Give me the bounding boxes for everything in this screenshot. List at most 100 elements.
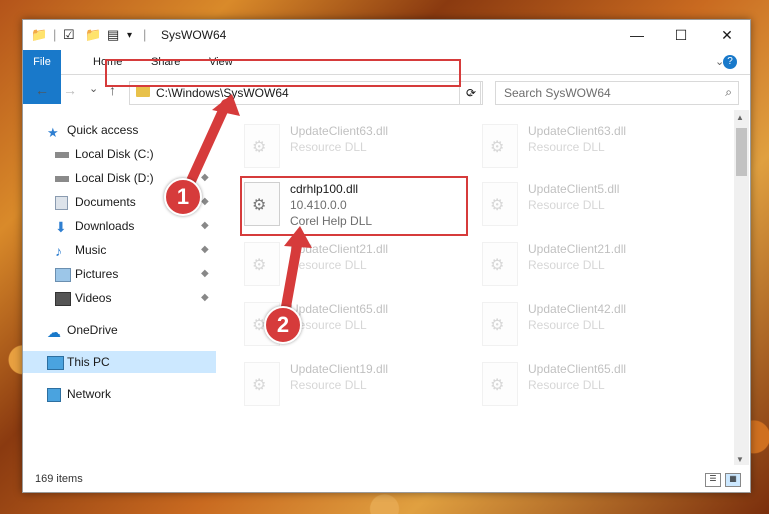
sidebar-item-label: Network xyxy=(67,387,112,401)
sidebar-item-pictures[interactable]: Pictures ◆ xyxy=(23,263,216,285)
gear-icon: ⚙ xyxy=(252,377,267,394)
drive-icon xyxy=(55,176,69,182)
step-2-badge: 2 xyxy=(264,306,302,344)
file-name: UpdateClient63.dll xyxy=(290,124,389,138)
new-folder-icon[interactable]: 📁 xyxy=(85,27,101,43)
scroll-up-icon[interactable]: ▲ xyxy=(736,113,744,122)
file-name: UpdateClient21.dll xyxy=(528,242,627,256)
dll-file-icon: ⚙ xyxy=(482,182,518,226)
customize-toolbar-icon[interactable]: ▾ xyxy=(127,30,132,41)
pin-icon[interactable]: ◆ xyxy=(201,143,209,165)
dll-file-icon: ⚙ xyxy=(244,242,280,286)
file-name: UpdateClient65.dll xyxy=(528,362,627,376)
scroll-down-icon[interactable]: ▼ xyxy=(736,455,744,464)
sidebar-item-label: Pictures xyxy=(75,267,119,281)
file-name: UpdateClient19.dll xyxy=(290,362,389,376)
dll-file-icon: ⚙ xyxy=(482,242,518,286)
separator: | xyxy=(143,27,147,42)
gear-icon: ⚙ xyxy=(490,317,505,334)
file-name: UpdateClient65.dll xyxy=(290,302,389,316)
sidebar-item-label: This PC xyxy=(67,355,110,369)
sidebar-item-label: OneDrive xyxy=(67,323,118,337)
sidebar-item-network[interactable]: Network xyxy=(23,383,216,405)
gear-icon: ⚙ xyxy=(490,257,505,274)
file-type: Resource DLL xyxy=(528,318,605,332)
sidebar-item-label: Documents xyxy=(75,195,136,209)
search-box[interactable]: Search SysWOW64 ⌕ xyxy=(495,81,739,105)
gear-icon: ⚙ xyxy=(252,139,267,156)
sidebar-item-music[interactable]: ♪ Music ◆ xyxy=(23,239,216,261)
file-item[interactable]: ⚙ UpdateClient5.dll Resource DLL xyxy=(482,176,682,230)
pin-icon[interactable]: ◆ xyxy=(201,167,209,189)
sidebar-item-label: Videos xyxy=(75,291,112,305)
help-icon[interactable]: ? xyxy=(723,55,737,69)
pin-icon[interactable]: ◆ xyxy=(201,191,209,213)
dll-file-icon: ⚙ xyxy=(482,302,518,346)
status-bar: 169 items ☰ ▦ xyxy=(23,468,750,492)
sidebar-item-quick-access[interactable]: ★ Quick access xyxy=(23,119,216,141)
search-input[interactable]: Search SysWOW64 xyxy=(504,86,611,100)
window-title: SysWOW64 xyxy=(161,28,227,42)
address-path[interactable]: C:\Windows\SysWOW64 xyxy=(156,86,289,100)
recent-locations-button[interactable]: ⌄ xyxy=(89,82,98,95)
cloud-icon: ☁ xyxy=(47,324,61,340)
sidebar-item-this-pc[interactable]: This PC xyxy=(23,351,216,373)
navigation-pane: ★ Quick access Local Disk (C:) ◆ Local D… xyxy=(23,115,216,465)
dll-file-icon: ⚙ xyxy=(244,362,280,406)
quick-access-toolbar-icon[interactable]: ▤ xyxy=(107,27,119,43)
file-item[interactable]: ⚙ UpdateClient19.dll Resource DLL xyxy=(244,356,444,410)
title-bar: 📁 | ☑ 📁 ▤ ▾ | SysWOW64 — ☐ ✕ xyxy=(23,20,750,50)
address-highlight-box xyxy=(105,59,461,87)
file-name: UpdateClient42.dll xyxy=(528,302,627,316)
star-icon: ★ xyxy=(47,125,59,140)
scrollbar-thumb[interactable] xyxy=(736,128,747,176)
folder-icon: 📁 xyxy=(31,27,48,42)
drive-icon xyxy=(55,152,69,158)
maximize-button[interactable]: ☐ xyxy=(663,24,699,46)
minimize-button[interactable]: — xyxy=(619,24,655,46)
music-icon: ♪ xyxy=(55,243,62,259)
pin-icon[interactable]: ◆ xyxy=(201,239,209,261)
download-icon: ⬇ xyxy=(55,219,67,235)
tiles-view-icon[interactable]: ▦ xyxy=(725,473,741,487)
close-button[interactable]: ✕ xyxy=(709,24,745,46)
vertical-scrollbar[interactable]: ▲ ▼ xyxy=(734,110,749,465)
sidebar-item-local-disk-c[interactable]: Local Disk (C:) ◆ xyxy=(23,143,216,165)
file-name: UpdateClient63.dll xyxy=(528,124,627,138)
sidebar-item-label: Downloads xyxy=(75,219,135,233)
sidebar-item-downloads[interactable]: ⬇ Downloads ◆ xyxy=(23,215,216,237)
file-type: Resource DLL xyxy=(528,140,605,154)
item-count: 169 items xyxy=(35,473,83,485)
refresh-button[interactable]: ⟳ xyxy=(459,81,483,105)
file-item[interactable]: ⚙ UpdateClient42.dll Resource DLL xyxy=(482,296,682,350)
file-item[interactable]: ⚙ UpdateClient63.dll Resource DLL xyxy=(482,118,682,172)
dll-file-icon: ⚙ xyxy=(482,124,518,168)
back-button[interactable]: ← xyxy=(35,82,49,98)
pin-icon[interactable]: ◆ xyxy=(201,263,209,285)
forward-button[interactable]: → xyxy=(63,82,77,98)
dll-file-icon: ⚙ xyxy=(244,124,280,168)
file-type: Resource DLL xyxy=(528,258,605,272)
file-type: Resource DLL xyxy=(290,378,367,392)
file-item[interactable]: ⚙ UpdateClient63.dll Resource DLL xyxy=(244,118,444,172)
details-view-icon[interactable]: ☰ xyxy=(705,473,721,487)
computer-icon xyxy=(47,356,64,370)
properties-icon[interactable]: ☑ xyxy=(63,27,75,43)
gear-icon: ⚙ xyxy=(490,377,505,394)
file-type: Resource DLL xyxy=(290,258,367,272)
gear-icon: ⚙ xyxy=(490,197,505,214)
file-item[interactable]: ⚙ UpdateClient21.dll Resource DLL xyxy=(244,236,444,290)
pin-icon[interactable]: ◆ xyxy=(201,215,209,237)
gear-icon: ⚙ xyxy=(490,139,505,156)
sidebar-item-onedrive[interactable]: ☁ OneDrive xyxy=(23,319,216,341)
file-item[interactable]: ⚙ UpdateClient65.dll Resource DLL xyxy=(482,356,682,410)
file-type: Resource DLL xyxy=(290,140,367,154)
file-item[interactable]: ⚙ UpdateClient21.dll Resource DLL xyxy=(482,236,682,290)
dll-file-icon: ⚙ xyxy=(482,362,518,406)
file-highlight-box xyxy=(240,176,468,236)
search-icon[interactable]: ⌕ xyxy=(725,85,732,100)
pin-icon[interactable]: ◆ xyxy=(201,287,209,309)
gear-icon: ⚙ xyxy=(252,257,267,274)
sidebar-item-label: Music xyxy=(75,243,107,257)
sidebar-item-videos[interactable]: Videos ◆ xyxy=(23,287,216,309)
